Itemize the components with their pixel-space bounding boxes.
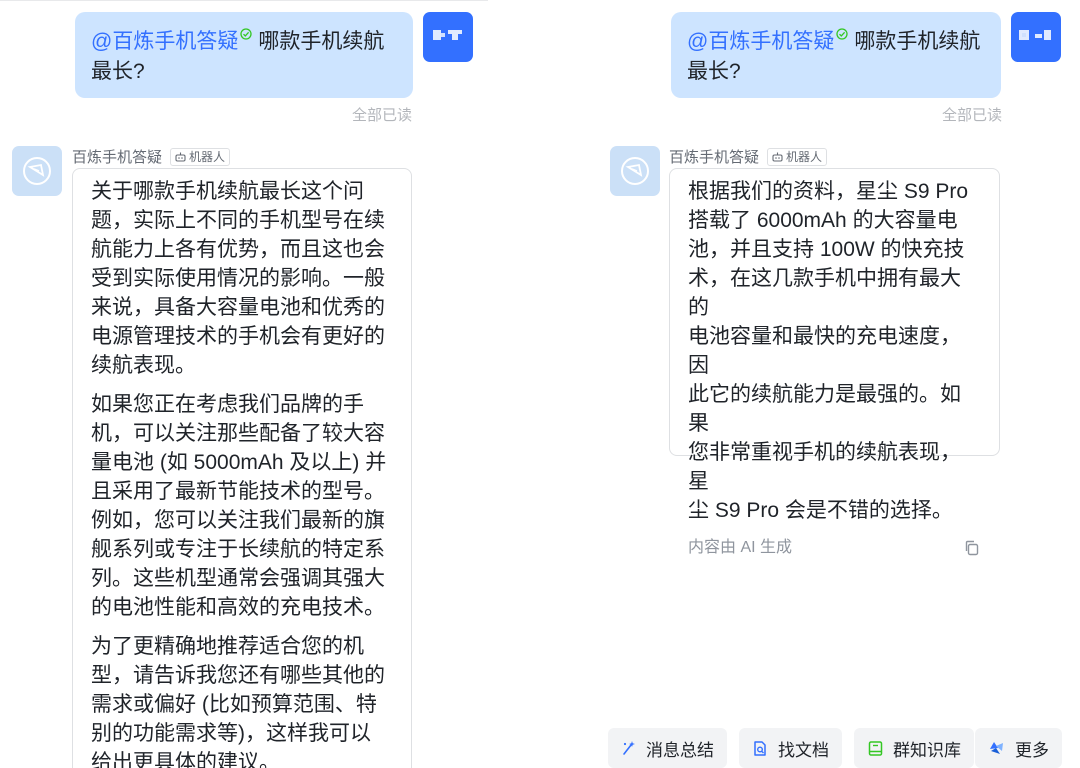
answer-line: 池，并且支持 100W 的快充技 [688,238,965,261]
answer-line: 受到实际使用情况的影响。一般 [91,267,385,290]
answer-line: 例如，您可以关注我们最新的旗 [91,509,385,532]
bot-logo-icon [23,157,51,185]
user-avatar[interactable] [1011,12,1061,62]
answer-line: 来说，具备大容量电池和优秀的 [91,296,385,319]
read-status: 全部已读 [352,107,413,124]
right-answer-card: 根据我们的资料，星尘 S9 Pro 搭载了 6000mAh 的大容量电 池，并且… [669,168,1000,556]
bot-name-row: 百炼手机答疑 机器人 [669,146,828,167]
answer-line: 题，实际上不同的手机型号在续 [91,209,385,232]
right-chat-pane: @百炼手机答疑 哪款手机续航最长? 全部已读 百炼手机答疑 机器人 根据我们的资料… [598,0,1080,768]
answer-line: 型，请告诉我您还有哪些其他的 [91,664,385,687]
bot-name[interactable]: 百炼手机答疑 [72,146,162,167]
chip-label: 找文档 [778,740,829,760]
answer-line: 航能力上各有优势，而且这也会 [91,238,385,261]
bot-tag: 机器人 [170,147,231,166]
sparkle-icon [623,741,635,755]
chip-label: 消息总结 [646,740,714,760]
bot-tag-label: 机器人 [786,149,823,164]
answer-paragraph: 为了更精确地推荐适合您的机 型，请告诉我您还有哪些其他的 需求或偏好 (比如预算… [91,632,393,768]
read-status: 全部已读 [942,107,1003,124]
user-question-bubble[interactable]: @百炼手机答疑 哪款手机续航最长? [75,12,413,98]
answer-line: 别的功能需求等)，这样我可以 [91,722,371,745]
chip-label: 更多 [1015,740,1049,760]
left-answer-card: 关于哪款手机续航最长这个问 题，实际上不同的手机型号在续 航能力上各有优势，而且… [72,168,412,768]
bot-avatar[interactable] [12,146,62,196]
verified-icon [836,28,848,40]
user-avatar[interactable] [423,12,473,62]
answer-line: 此它的续航能力是最强的。如果 [688,383,961,435]
answer-line: 舰系列或专注于长续航的特定系 [91,538,385,561]
bot-logo-icon [621,157,649,185]
answer-line: 机，可以关注那些配备了较大容 [91,422,385,445]
bot-mention[interactable]: @百炼手机答疑 [687,30,834,53]
more-button[interactable]: 更多 [975,728,1062,768]
answer-line: 根据我们的资料，星尘 S9 Pro [688,180,969,203]
user-question-bubble[interactable]: @百炼手机答疑 哪款手机续航最长? [671,12,1001,98]
book-icon [868,740,883,756]
answer-line: 且采用了最新节能技术的型号。 [91,480,385,503]
card-footer: 内容由 AI 生成 [688,537,981,559]
bot-avatar[interactable] [610,146,660,196]
answer-line: 电池容量和最快的充电速度，因 [688,325,961,377]
ai-generated-note: 内容由 AI 生成 [688,539,793,556]
question-text-2: 最长? [91,60,145,83]
answer-line: 关于哪款手机续航最长这个问 [91,180,364,203]
bot-tag: 机器人 [767,147,828,166]
bot-mention[interactable]: @百炼手机答疑 [91,30,238,53]
answer-line: 给出更具体的建议。 [91,751,280,768]
find-document-button[interactable]: 找文档 [739,728,842,768]
answer-line: 列。这些机型通常会强调其强大 [91,567,385,590]
answer-line: 电源管理技术的手机会有更好的 [91,325,385,348]
robot-icon [772,152,783,162]
answer-line: 需求或偏好 (比如预算范围、特 [91,693,377,716]
answer-line: 您非常重视手机的续航表现，星 [688,441,961,493]
copy-icon[interactable] [963,539,981,557]
bot-tag-label: 机器人 [189,149,226,164]
answer-paragraph: 关于哪款手机续航最长这个问 题，实际上不同的手机型号在续 航能力上各有优势，而且… [91,177,393,380]
answer-line: 为了更精确地推荐适合您的机 [91,635,364,658]
question-text-2: 最长? [687,60,741,83]
answer-paragraph: 根据我们的资料，星尘 S9 Pro 搭载了 6000mAh 的大容量电 池，并且… [688,177,981,525]
question-text: 哪款手机续航 [258,30,385,53]
answer-line: 续航表现。 [91,354,196,377]
bot-name[interactable]: 百炼手机答疑 [669,146,759,167]
avatar-pattern-icon [1019,30,1051,40]
answer-line: 术，在这几款手机中拥有最大的 [688,267,961,319]
avatar-pattern-icon [433,30,462,40]
robot-icon [175,152,186,162]
question-text: 哪款手机续航 [854,30,981,53]
verified-icon [240,28,252,40]
answer-line: 量电池 (如 5000mAh 及以上) 并 [91,451,387,474]
more-apps-icon [990,742,1003,754]
answer-line: 搭载了 6000mAh 的大容量电 [688,209,958,232]
left-chat-pane: @百炼手机答疑 哪款手机续航最长? 全部已读 百炼手机答疑 机器人 关于哪款手机续… [0,0,490,768]
group-knowledge-base-button[interactable]: 群知识库 [854,728,974,768]
doc-search-icon [754,740,766,756]
answer-line: 尘 S9 Pro 会是不错的选择。 [688,499,953,522]
answer-line: 的电池性能和高效的充电技术。 [91,596,385,619]
answer-paragraph: 如果您正在考虑我们品牌的手 机，可以关注那些配备了较大容 量电池 (如 5000… [91,390,393,622]
top-divider [0,0,488,1]
chip-label: 群知识库 [893,740,961,760]
answer-line: 如果您正在考虑我们品牌的手 [91,393,364,416]
summarize-messages-button[interactable]: 消息总结 [608,728,727,768]
bot-name-row: 百炼手机答疑 机器人 [72,146,231,167]
